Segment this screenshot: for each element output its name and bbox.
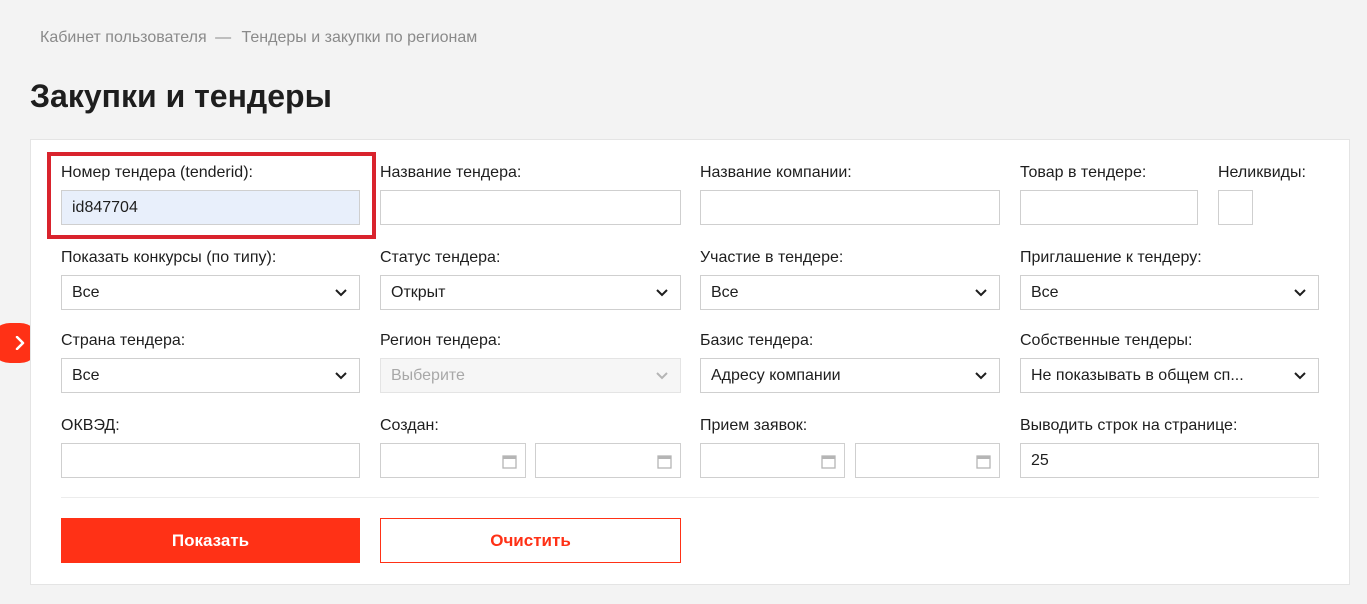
chevron-down-icon: [335, 371, 347, 379]
show-button[interactable]: Показать: [61, 518, 360, 563]
chevron-down-icon: [656, 288, 668, 296]
chevron-down-icon: [1294, 288, 1306, 296]
rows-per-page-label: Выводить строк на странице:: [1020, 417, 1238, 434]
rows-per-page-input[interactable]: [1020, 443, 1319, 478]
participation-value: Все: [711, 283, 739, 301]
company-name-label: Название компании:: [700, 164, 852, 181]
calendar-icon[interactable]: [657, 454, 672, 469]
status-select[interactable]: Открыт: [380, 275, 681, 310]
chevron-down-icon: [975, 371, 987, 379]
contest-type-label: Показать конкурсы (по типу):: [61, 249, 277, 266]
chevron-down-icon: [1294, 371, 1306, 379]
contest-type-value: Все: [72, 283, 100, 301]
participation-select[interactable]: Все: [700, 275, 1000, 310]
chevron-right-icon: [15, 336, 25, 350]
region-select[interactable]: Выберите: [380, 358, 681, 393]
country-value: Все: [72, 366, 100, 384]
page-title: Закупки и тендеры: [30, 78, 332, 114]
illiquid-label: Неликвиды:: [1218, 164, 1306, 181]
created-label: Создан:: [380, 417, 439, 434]
company-name-input[interactable]: [700, 190, 1000, 225]
basis-value: Адресу компании: [711, 366, 841, 384]
country-select[interactable]: Все: [61, 358, 360, 393]
breadcrumb-separator: —: [215, 29, 232, 46]
highlight-box: [47, 152, 376, 239]
invitation-value: Все: [1031, 283, 1059, 301]
product-input[interactable]: [1020, 190, 1198, 225]
applications-label: Прием заявок:: [700, 417, 808, 434]
created-from-date-input[interactable]: [380, 443, 526, 478]
illiquid-input[interactable]: [1218, 190, 1253, 225]
status-value: Открыт: [391, 283, 446, 301]
breadcrumb-home[interactable]: Кабинет пользователя: [40, 29, 207, 46]
divider: [61, 497, 1319, 498]
basis-label: Базис тендера:: [700, 332, 814, 349]
product-label: Товар в тендере:: [1020, 164, 1147, 181]
region-label: Регион тендера:: [380, 332, 502, 349]
calendar-icon[interactable]: [821, 454, 836, 469]
okved-label: ОКВЭД:: [61, 417, 120, 434]
own-tenders-label: Собственные тендеры:: [1020, 332, 1193, 349]
chevron-down-icon: [335, 288, 347, 296]
breadcrumb-current: Тендеры и закупки по регионам: [241, 29, 478, 46]
chevron-down-icon: [656, 371, 668, 379]
basis-select[interactable]: Адресу компании: [700, 358, 1000, 393]
own-tenders-select[interactable]: Не показывать в общем сп...: [1020, 358, 1319, 393]
okved-input[interactable]: [61, 443, 360, 478]
region-value: Выберите: [391, 366, 465, 384]
tender-name-label: Название тендера:: [380, 164, 522, 181]
invitation-select[interactable]: Все: [1020, 275, 1319, 310]
own-tenders-value: Не показывать в общем сп...: [1031, 366, 1244, 384]
status-label: Статус тендера:: [380, 249, 501, 266]
calendar-icon[interactable]: [502, 454, 517, 469]
chevron-down-icon: [975, 288, 987, 296]
filter-panel: Номер тендера (tenderid): Название тенде…: [30, 139, 1350, 585]
clear-button[interactable]: Очистить: [380, 518, 681, 563]
contest-type-select[interactable]: Все: [61, 275, 360, 310]
breadcrumb: Кабинет пользователя — Тендеры и закупки…: [40, 29, 477, 47]
invitation-label: Приглашение к тендеру:: [1020, 249, 1202, 266]
calendar-icon[interactable]: [976, 454, 991, 469]
created-to-date-input[interactable]: [535, 443, 681, 478]
applications-from-date-input[interactable]: [700, 443, 845, 478]
participation-label: Участие в тендере:: [700, 249, 844, 266]
country-label: Страна тендера:: [61, 332, 186, 349]
tender-name-input[interactable]: [380, 190, 681, 225]
applications-to-date-input[interactable]: [855, 443, 1000, 478]
